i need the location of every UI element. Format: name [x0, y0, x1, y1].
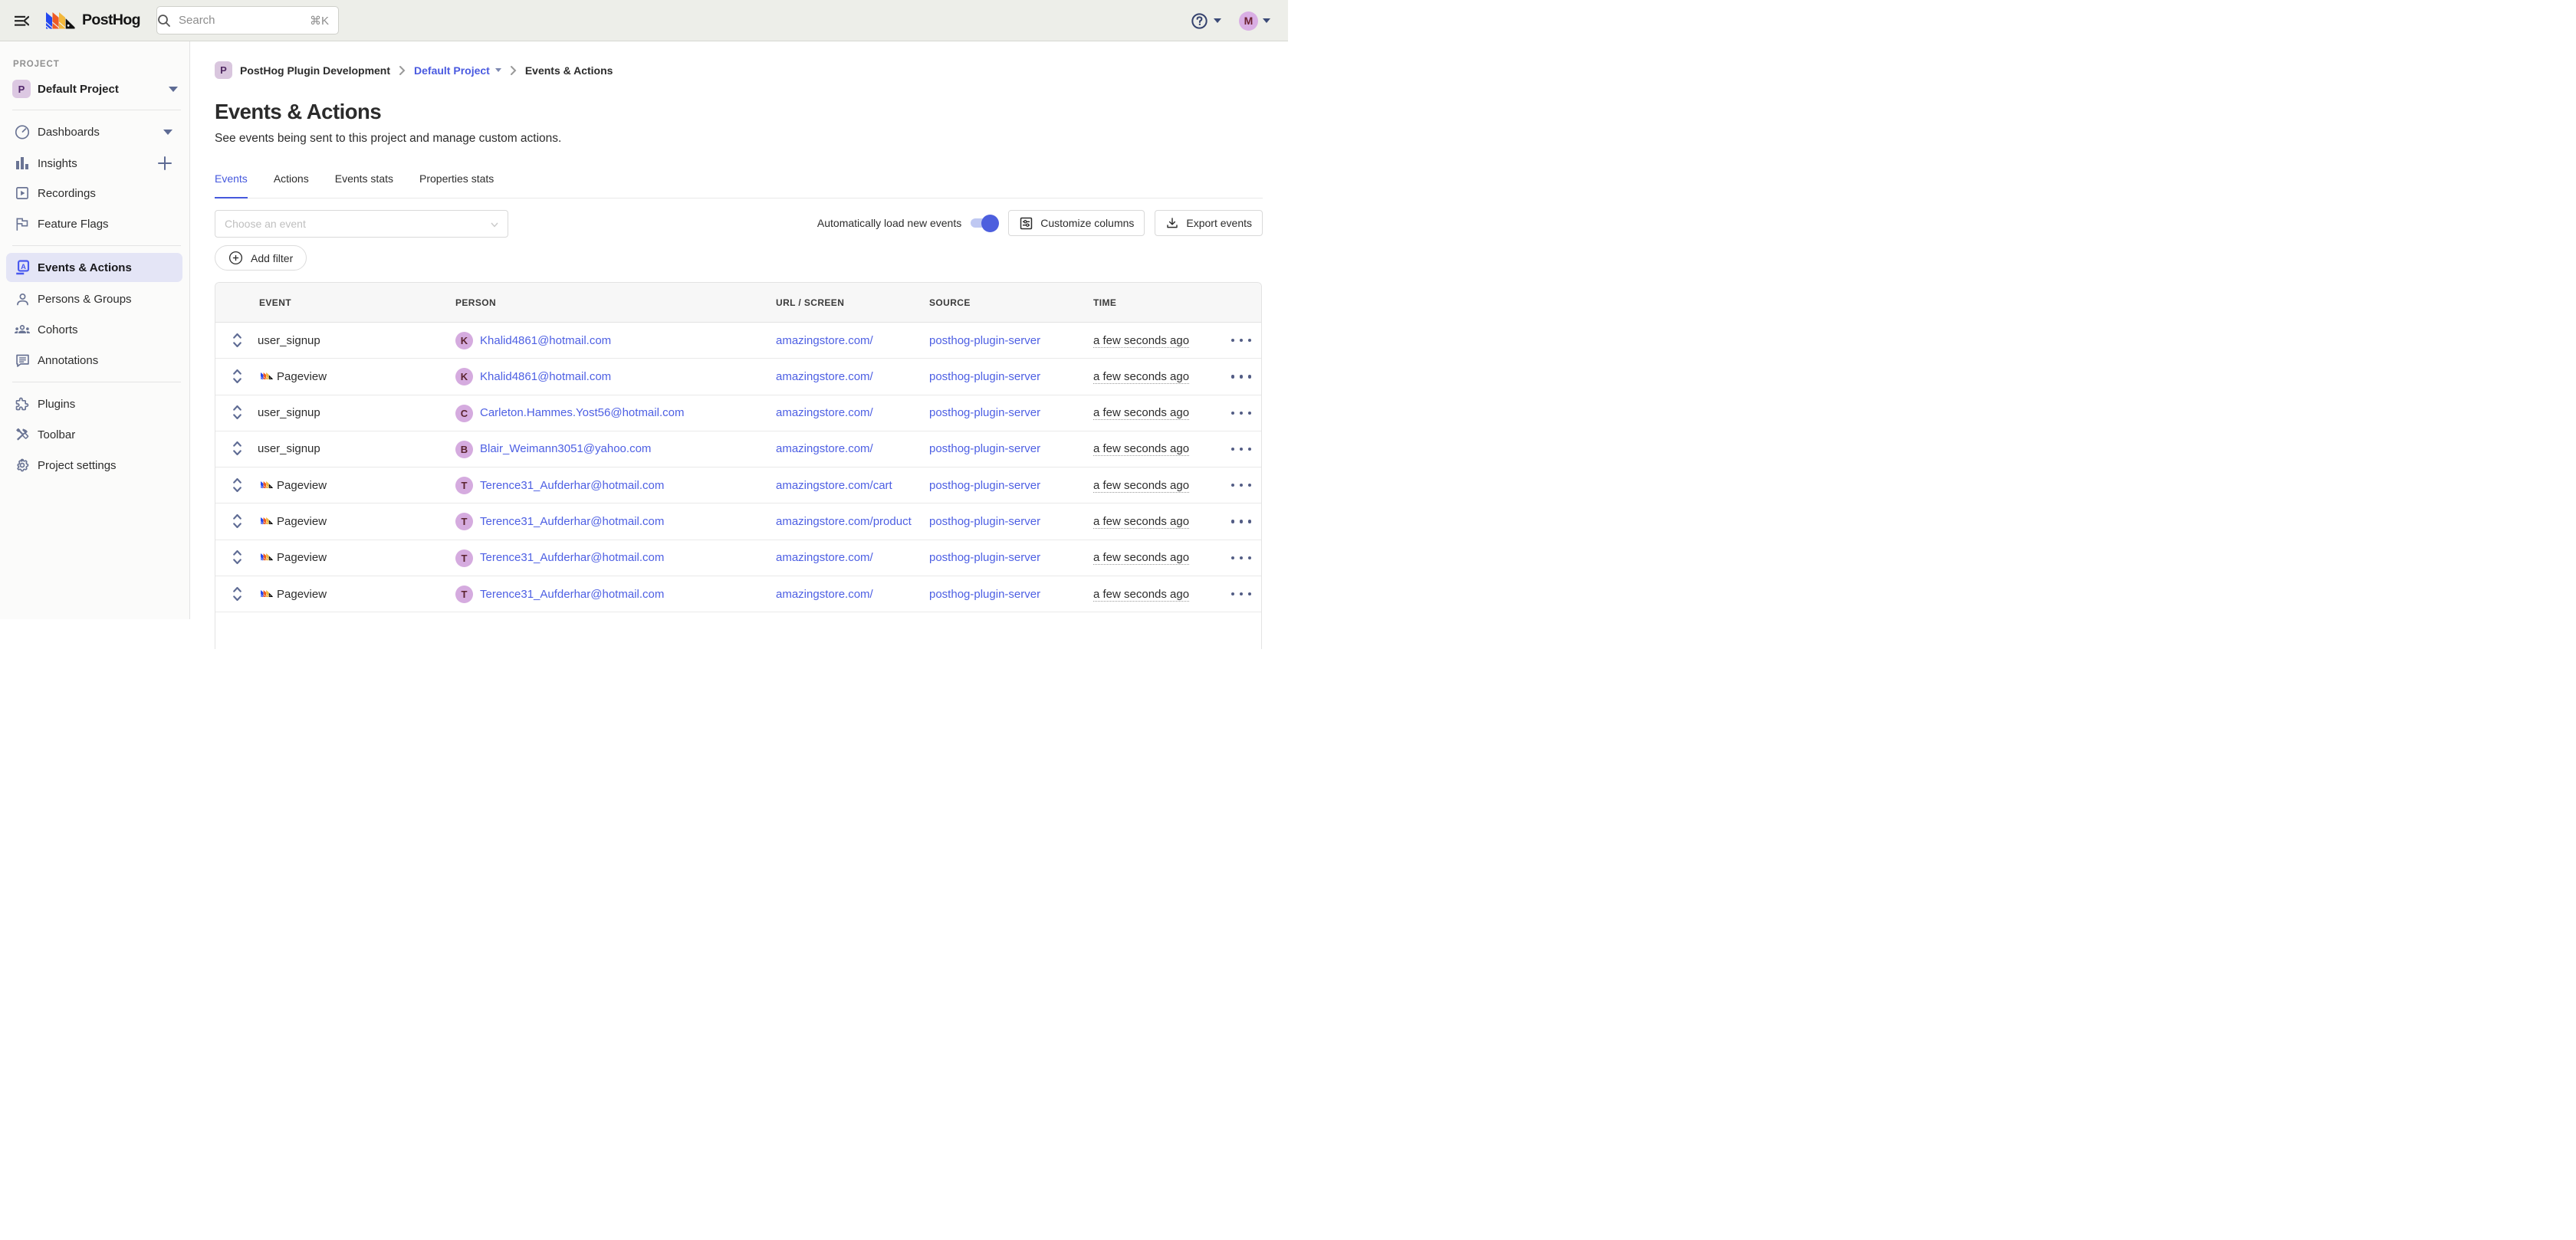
svg-text:A: A: [21, 262, 26, 271]
